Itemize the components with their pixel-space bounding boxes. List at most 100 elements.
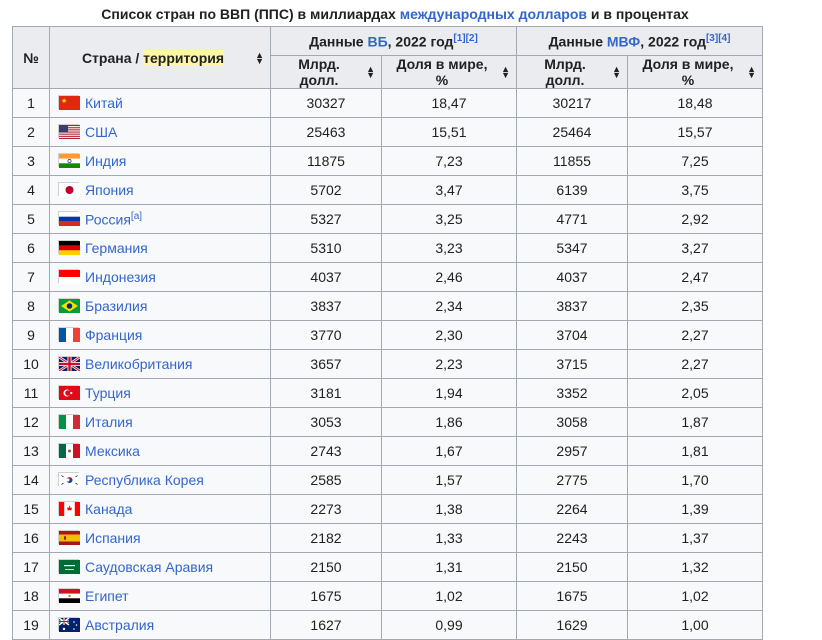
country-link[interactable]: Египет xyxy=(85,588,129,604)
imf-bln-cell: 3715 xyxy=(516,349,628,379)
rank-cell: 11 xyxy=(12,378,50,408)
imf-share-cell: 1,87 xyxy=(627,407,763,437)
country-link[interactable]: Великобритания xyxy=(85,356,193,372)
australia-flag xyxy=(58,617,80,632)
country-link[interactable]: Индия xyxy=(85,153,126,169)
wb-share-cell: 1,57 xyxy=(381,465,517,495)
imf-bln-cell: 3352 xyxy=(516,378,628,408)
country-link[interactable]: Бразилия xyxy=(85,298,147,314)
wb-share-cell: 1,02 xyxy=(381,581,517,611)
rank-cell: 16 xyxy=(12,523,50,553)
country-link[interactable]: Саудовская Аравия xyxy=(85,559,213,575)
imf-bln-cell: 25464 xyxy=(516,117,628,147)
table-body: 1 ★ Китай 30327 18,47 30217 18,48 2 США 25463 15,5… xyxy=(12,88,763,640)
country-link[interactable]: Республика Корея xyxy=(85,472,204,488)
germany-flag xyxy=(58,240,80,255)
country-link[interactable]: Германия xyxy=(85,240,148,256)
country-cell: Канада xyxy=(49,494,271,524)
india-flag xyxy=(58,153,80,168)
imf-share-cell: 3,75 xyxy=(627,175,763,205)
wb-bln-cell: 3837 xyxy=(270,291,382,321)
link-wb[interactable]: ВБ xyxy=(367,33,387,49)
wb-bln-cell: 2182 xyxy=(270,523,382,553)
imf-share-cell: 2,47 xyxy=(627,262,763,292)
uk-flag xyxy=(58,355,81,373)
table-row: 6 Германия 5310 3,23 5347 3,27 xyxy=(12,233,763,263)
country-cell: США xyxy=(49,117,271,147)
imf-bln-cell: 1629 xyxy=(516,610,628,640)
imf-share-cell: 2,27 xyxy=(627,320,763,350)
wb-bln-cell: 2743 xyxy=(270,436,382,466)
header-imf-share[interactable]: Доля в мире, % ▲ ▼ xyxy=(627,55,763,89)
country-cell: Индонезия xyxy=(49,262,271,292)
table-row: 2 США 25463 15,51 25464 15,57 xyxy=(12,117,763,147)
sort-icon[interactable]: ▲ ▼ xyxy=(366,65,375,80)
wb-bln-cell: 2150 xyxy=(270,552,382,582)
caption-link-international-dollars[interactable]: международных долларов xyxy=(400,6,587,22)
wb-share-cell: 3,23 xyxy=(381,233,517,263)
country-link[interactable]: Испания xyxy=(85,530,141,546)
country-link[interactable]: Россия xyxy=(85,211,131,227)
imf-bln-cell: 2243 xyxy=(516,523,628,553)
sort-icon[interactable]: ▲ ▼ xyxy=(747,65,756,80)
wb-bln-cell: 30327 xyxy=(270,88,382,118)
imf-bln-cell: 1675 xyxy=(516,581,628,611)
header-country-highlight: территория xyxy=(143,49,225,66)
header-num: № xyxy=(12,26,50,89)
korea-flag xyxy=(58,472,80,487)
header-wb-share[interactable]: Доля в мире, % ▲ ▼ xyxy=(381,55,517,89)
table-row: 11 Турция 3181 1,94 3352 2,05 xyxy=(12,378,763,408)
rank-cell: 6 xyxy=(12,233,50,263)
wb-bln-cell: 1675 xyxy=(270,581,382,611)
table-row: 18 Египет 1675 1,02 1675 1,02 xyxy=(12,581,763,611)
france-flag xyxy=(58,327,80,342)
saudi-arabia-flag xyxy=(58,559,80,574)
header-wb: Данные ВБ, 2022 год[1][2] xyxy=(270,26,517,56)
header-wb-bln[interactable]: Млрд. долл. ▲ ▼ xyxy=(270,55,382,89)
country-link[interactable]: Канада xyxy=(85,501,132,517)
rank-cell: 1 xyxy=(12,88,50,118)
country-link[interactable]: Япония xyxy=(85,182,134,198)
imf-bln-cell: 2150 xyxy=(516,552,628,582)
header-imf-bln[interactable]: Млрд. долл. ▲ ▼ xyxy=(516,55,628,89)
wb-bln-cell: 5310 xyxy=(270,233,382,263)
imf-share-cell: 1,39 xyxy=(627,494,763,524)
country-cell: Франция xyxy=(49,320,271,350)
country-link[interactable]: Италия xyxy=(85,414,133,430)
sort-icon[interactable]: ▲ ▼ xyxy=(501,65,510,80)
imf-bln-cell: 30217 xyxy=(516,88,628,118)
imf-share-cell: 7,25 xyxy=(627,146,763,176)
imf-bln-cell: 3058 xyxy=(516,407,628,437)
turkey-flag xyxy=(58,385,80,400)
country-link[interactable]: США xyxy=(85,124,117,140)
country-link[interactable]: Франция xyxy=(85,327,142,343)
country-cell: Республика Корея xyxy=(49,465,271,495)
rank-cell: 5 xyxy=(12,204,50,234)
imf-bln-cell: 3837 xyxy=(516,291,628,321)
country-link[interactable]: Индонезия xyxy=(85,269,156,285)
wb-share-cell: 15,51 xyxy=(381,117,517,147)
rank-cell: 19 xyxy=(12,610,50,640)
header-country[interactable]: Страна / территория ▲ ▼ xyxy=(49,26,271,89)
gdp-table: № Страна / территория ▲ ▼ Данные ВБ, 2022… xyxy=(12,26,763,640)
country-link[interactable]: Турция xyxy=(85,385,131,401)
wb-bln-cell: 5327 xyxy=(270,204,382,234)
country-link[interactable]: Китай xyxy=(85,95,123,111)
country-cell: Япония xyxy=(49,175,271,205)
rank-cell: 18 xyxy=(12,581,50,611)
imf-share-cell: 1,02 xyxy=(627,581,763,611)
wb-share-cell: 1,33 xyxy=(381,523,517,553)
country-note[interactable]: [a] xyxy=(131,211,142,222)
country-link[interactable]: Мексика xyxy=(85,443,140,459)
svg-text:★: ★ xyxy=(61,97,67,105)
sort-icon[interactable]: ▲ ▼ xyxy=(255,50,264,65)
wb-refs[interactable]: [1][2] xyxy=(453,33,477,44)
sort-icon[interactable]: ▲ ▼ xyxy=(612,65,621,80)
wb-share-cell: 2,30 xyxy=(381,320,517,350)
imf-share-cell: 3,27 xyxy=(627,233,763,263)
imf-share-cell: 1,32 xyxy=(627,552,763,582)
rank-cell: 2 xyxy=(12,117,50,147)
country-cell: Индия xyxy=(49,146,271,176)
link-imf[interactable]: МВФ xyxy=(607,33,640,49)
imf-refs[interactable]: [3][4] xyxy=(706,33,730,44)
